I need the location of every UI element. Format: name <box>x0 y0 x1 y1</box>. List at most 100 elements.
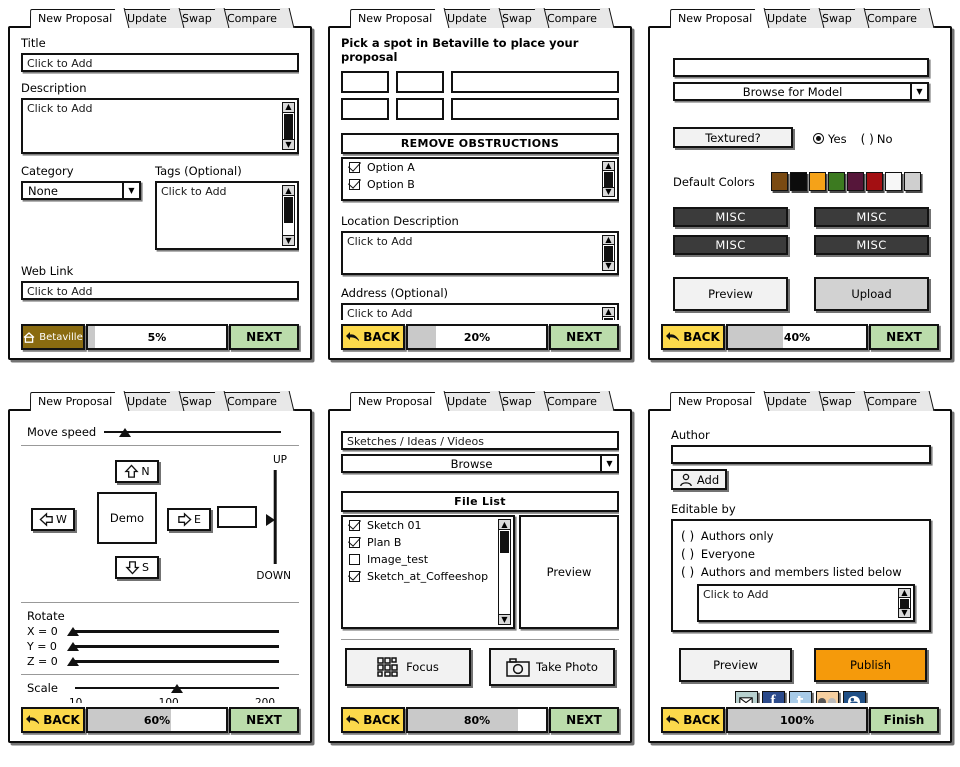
scale-slider[interactable] <box>75 682 279 694</box>
scroll-up-icon[interactable]: ▲ <box>603 162 614 172</box>
scroll-down-icon[interactable]: ▼ <box>283 139 294 149</box>
scrollbar-thumb[interactable] <box>900 599 909 608</box>
scrollbar-thumb[interactable] <box>500 531 509 553</box>
model-path-input[interactable] <box>673 58 929 77</box>
list-item[interactable]: Sketch_at_Coffeeshop <box>343 568 513 585</box>
back-button[interactable]: BACK <box>341 707 405 733</box>
scrollbar-thumb[interactable] <box>604 246 613 261</box>
back-button[interactable]: BACK <box>661 324 725 350</box>
description-scrollbar[interactable]: ▲ ▼ <box>282 102 295 150</box>
next-button[interactable]: NEXT <box>549 707 619 733</box>
scroll-up-icon[interactable]: ▲ <box>603 308 614 317</box>
media-types-field[interactable]: Sketches / Ideas / Videos <box>341 431 619 450</box>
radio-icon[interactable] <box>813 133 824 144</box>
address-input[interactable]: Click to Add ▲ ▼ <box>341 303 619 320</box>
remove-obstructions-header[interactable]: REMOVE OBSTRUCTIONS <box>341 133 619 154</box>
tags-scrollbar[interactable]: ▲ ▼ <box>282 185 295 246</box>
radio-icon[interactable]: ( ) <box>681 565 694 579</box>
checkbox-icon[interactable] <box>349 537 360 548</box>
tab-new-proposal[interactable]: New Proposal <box>29 9 123 28</box>
checkbox-icon[interactable] <box>349 554 360 565</box>
obstructions-scrollbar[interactable]: ▲ ▼ <box>602 161 615 197</box>
next-button[interactable]: NEXT <box>549 324 619 350</box>
scrollbar-thumb[interactable] <box>604 172 613 187</box>
add-author-button[interactable]: Add <box>671 469 727 490</box>
media-preview-pane[interactable]: Preview <box>519 515 619 629</box>
radio-no[interactable]: ( ) No <box>861 132 893 146</box>
description-input[interactable]: Click to Add ▲ ▼ <box>21 98 299 154</box>
scroll-up-icon[interactable]: ▲ <box>283 186 294 196</box>
color-swatch[interactable] <box>809 172 826 191</box>
slider-thumb[interactable] <box>266 514 275 527</box>
rotate-x-slider[interactable] <box>67 626 279 638</box>
tab-new-proposal[interactable]: New Proposal <box>669 392 763 411</box>
weblink-input[interactable]: Click to Add <box>21 281 299 300</box>
list-item[interactable]: Sketch 01 <box>343 517 513 534</box>
location-scrollbar[interactable]: ▲ ▼ <box>602 235 615 271</box>
publish-button[interactable]: Publish <box>814 648 927 682</box>
scroll-down-icon[interactable]: ▼ <box>899 608 910 617</box>
color-swatch[interactable] <box>771 172 788 191</box>
rotate-z-slider[interactable] <box>67 656 279 668</box>
color-swatch[interactable] <box>847 172 864 191</box>
tab-new-proposal[interactable]: New Proposal <box>349 9 443 28</box>
coord-box-4[interactable] <box>396 98 444 120</box>
radio-icon[interactable]: ( ) <box>861 132 874 146</box>
flickr-icon[interactable] <box>815 691 839 703</box>
betaville-home-button[interactable]: Betaville <box>21 324 85 350</box>
slider-thumb[interactable] <box>171 683 183 693</box>
category-select[interactable]: None ▼ <box>21 181 141 200</box>
radio-icon[interactable]: ( ) <box>681 547 694 561</box>
misc-button-1[interactable]: MISC <box>673 207 788 227</box>
rotate-y-slider[interactable] <box>67 641 279 653</box>
focus-button[interactable]: Focus <box>345 648 471 686</box>
elevation-value-box[interactable] <box>217 506 257 528</box>
back-button[interactable]: BACK <box>661 707 725 733</box>
radio-everyone[interactable]: ( ) Everyone <box>673 545 929 563</box>
move-west-button[interactable]: W <box>31 508 75 531</box>
file-list-scrollbar[interactable]: ▲ ▼ <box>498 519 511 625</box>
scroll-up-icon[interactable]: ▲ <box>499 520 510 530</box>
blogger-icon[interactable] <box>842 691 866 703</box>
coord-box-wide-1[interactable] <box>451 71 619 93</box>
coord-box-2[interactable] <box>396 71 444 93</box>
checkbox-icon[interactable] <box>349 520 360 531</box>
finish-button[interactable]: Finish <box>869 707 939 733</box>
scroll-down-icon[interactable]: ▼ <box>603 260 614 270</box>
scroll-down-icon[interactable]: ▼ <box>603 186 614 196</box>
checkbox-icon[interactable] <box>349 571 360 582</box>
next-button[interactable]: NEXT <box>869 324 939 350</box>
slider-thumb[interactable] <box>67 627 79 636</box>
take-photo-button[interactable]: Take Photo <box>489 648 615 686</box>
color-swatch[interactable] <box>828 172 845 191</box>
list-item[interactable]: Image_test <box>343 551 513 568</box>
back-button[interactable]: BACK <box>341 324 405 350</box>
misc-button-4[interactable]: MISC <box>814 235 929 255</box>
color-swatch[interactable] <box>866 172 883 191</box>
list-item[interactable]: Option A <box>343 159 617 176</box>
checkbox-icon[interactable] <box>349 162 360 173</box>
scroll-up-icon[interactable]: ▲ <box>283 103 294 113</box>
chevron-down-icon[interactable]: ▼ <box>122 183 139 198</box>
upload-button[interactable]: Upload <box>814 277 929 311</box>
browse-for-model-select[interactable]: Browse for Model ▼ <box>673 82 929 101</box>
color-swatch[interactable] <box>790 172 807 191</box>
members-scrollbar[interactable]: ▲ ▼ <box>898 588 911 618</box>
tab-new-proposal[interactable]: New Proposal <box>29 392 123 411</box>
checkbox-icon[interactable] <box>349 179 360 190</box>
elevation-slider[interactable] <box>266 470 281 564</box>
scrollbar-thumb[interactable] <box>284 113 293 140</box>
chevron-down-icon[interactable]: ▼ <box>910 84 927 99</box>
move-east-button[interactable]: E <box>167 508 211 531</box>
tab-new-proposal[interactable]: New Proposal <box>349 392 443 411</box>
list-item[interactable]: Option B <box>343 176 617 193</box>
misc-button-3[interactable]: MISC <box>673 235 788 255</box>
scrollbar-thumb[interactable] <box>284 197 293 223</box>
radio-authors-only[interactable]: ( ) Authors only <box>673 527 929 545</box>
slider-thumb[interactable] <box>67 642 79 651</box>
email-icon[interactable] <box>734 691 758 703</box>
location-description-input[interactable]: Click to Add ▲ ▼ <box>341 231 619 275</box>
author-input[interactable] <box>671 445 931 464</box>
tab-new-proposal[interactable]: New Proposal <box>669 9 763 28</box>
preview-button[interactable]: Preview <box>679 648 792 682</box>
